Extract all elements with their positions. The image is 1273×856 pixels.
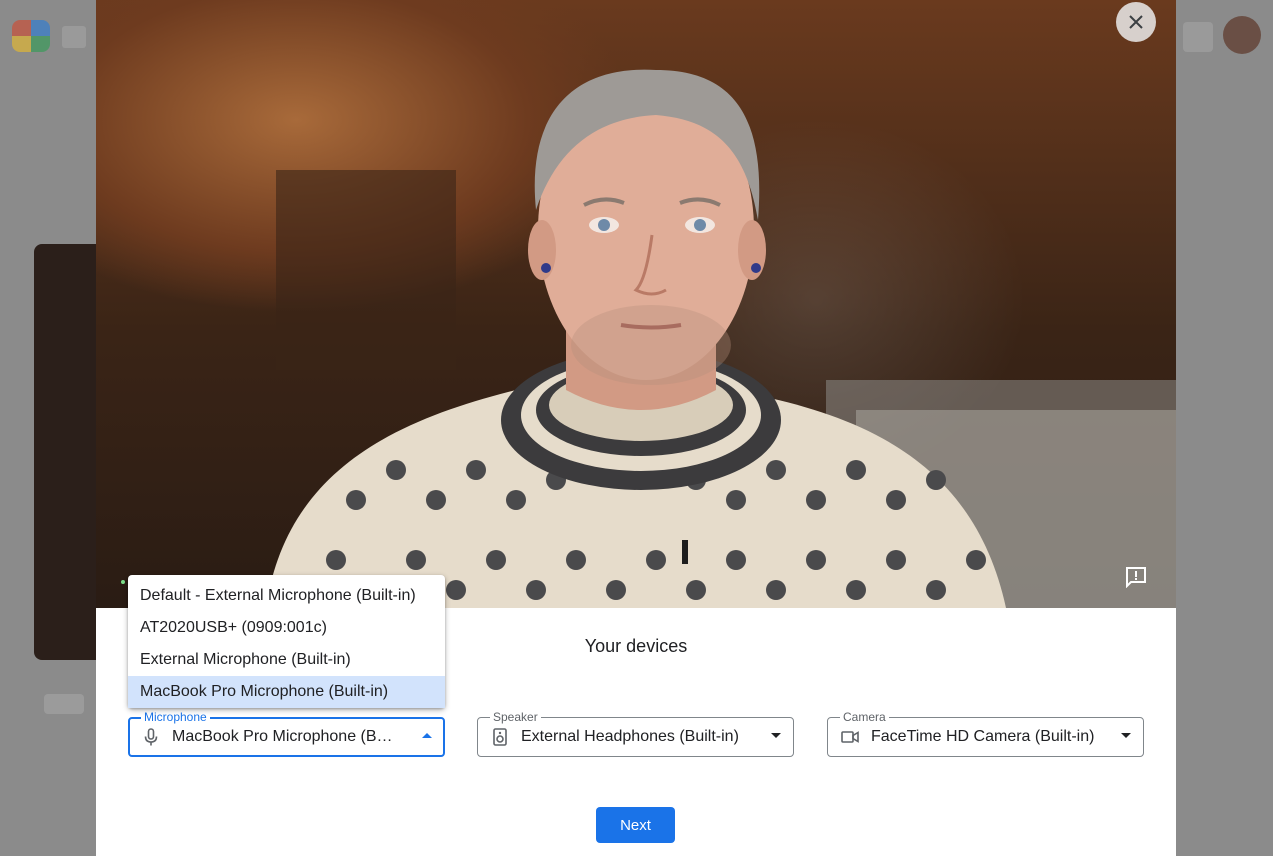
close-icon bbox=[1129, 15, 1143, 29]
apps-icon bbox=[1183, 22, 1213, 52]
camera-select[interactable]: Camera FaceTime HD Camera (Built-in) bbox=[827, 710, 1144, 757]
chevron-up-icon bbox=[422, 733, 432, 738]
close-button[interactable] bbox=[1116, 2, 1156, 42]
speaker-icon bbox=[493, 728, 507, 746]
microphone-option[interactable]: AT2020USB+ (0909:001c) bbox=[128, 612, 445, 644]
speaker-label: Speaker bbox=[490, 710, 541, 724]
speaker-value: External Headphones (Built-in) bbox=[521, 728, 739, 745]
camera-label: Camera bbox=[840, 710, 889, 724]
microphone-label: Microphone bbox=[141, 710, 210, 724]
microphone-option[interactable]: External Microphone (Built-in) bbox=[128, 644, 445, 676]
next-button[interactable]: Next bbox=[596, 807, 675, 843]
feedback-icon bbox=[1126, 567, 1146, 588]
device-settings-dialog: Your devices Microphone MacBook Pro Micr… bbox=[96, 0, 1176, 856]
microphone-option[interactable]: Default - External Microphone (Built-in) bbox=[128, 580, 445, 612]
background-chip bbox=[44, 694, 84, 714]
microphone-icon bbox=[144, 728, 158, 746]
chevron-down-icon bbox=[1121, 733, 1131, 738]
camera-preview-image bbox=[266, 69, 1176, 608]
microphone-select[interactable]: Microphone MacBook Pro Microphone (Built… bbox=[128, 710, 445, 757]
app-logo-text bbox=[62, 26, 86, 48]
avatar bbox=[1223, 16, 1261, 54]
speaker-select[interactable]: Speaker External Headphones (Built-in) bbox=[477, 710, 794, 757]
microphone-options-menu: Default - External Microphone (Built-in)… bbox=[128, 575, 445, 708]
microphone-value: MacBook Pro Microphone (Built-in) bbox=[172, 728, 399, 745]
feedback-button[interactable] bbox=[1122, 565, 1150, 589]
videocam-icon bbox=[841, 731, 859, 743]
audio-level-indicator bbox=[121, 580, 125, 584]
camera-value: FaceTime HD Camera (Built-in) bbox=[871, 728, 1095, 745]
app-logo bbox=[12, 20, 50, 52]
camera-preview bbox=[96, 0, 1176, 608]
microphone-option-selected[interactable]: MacBook Pro Microphone (Built-in) bbox=[128, 676, 445, 708]
chevron-down-icon bbox=[771, 733, 781, 738]
